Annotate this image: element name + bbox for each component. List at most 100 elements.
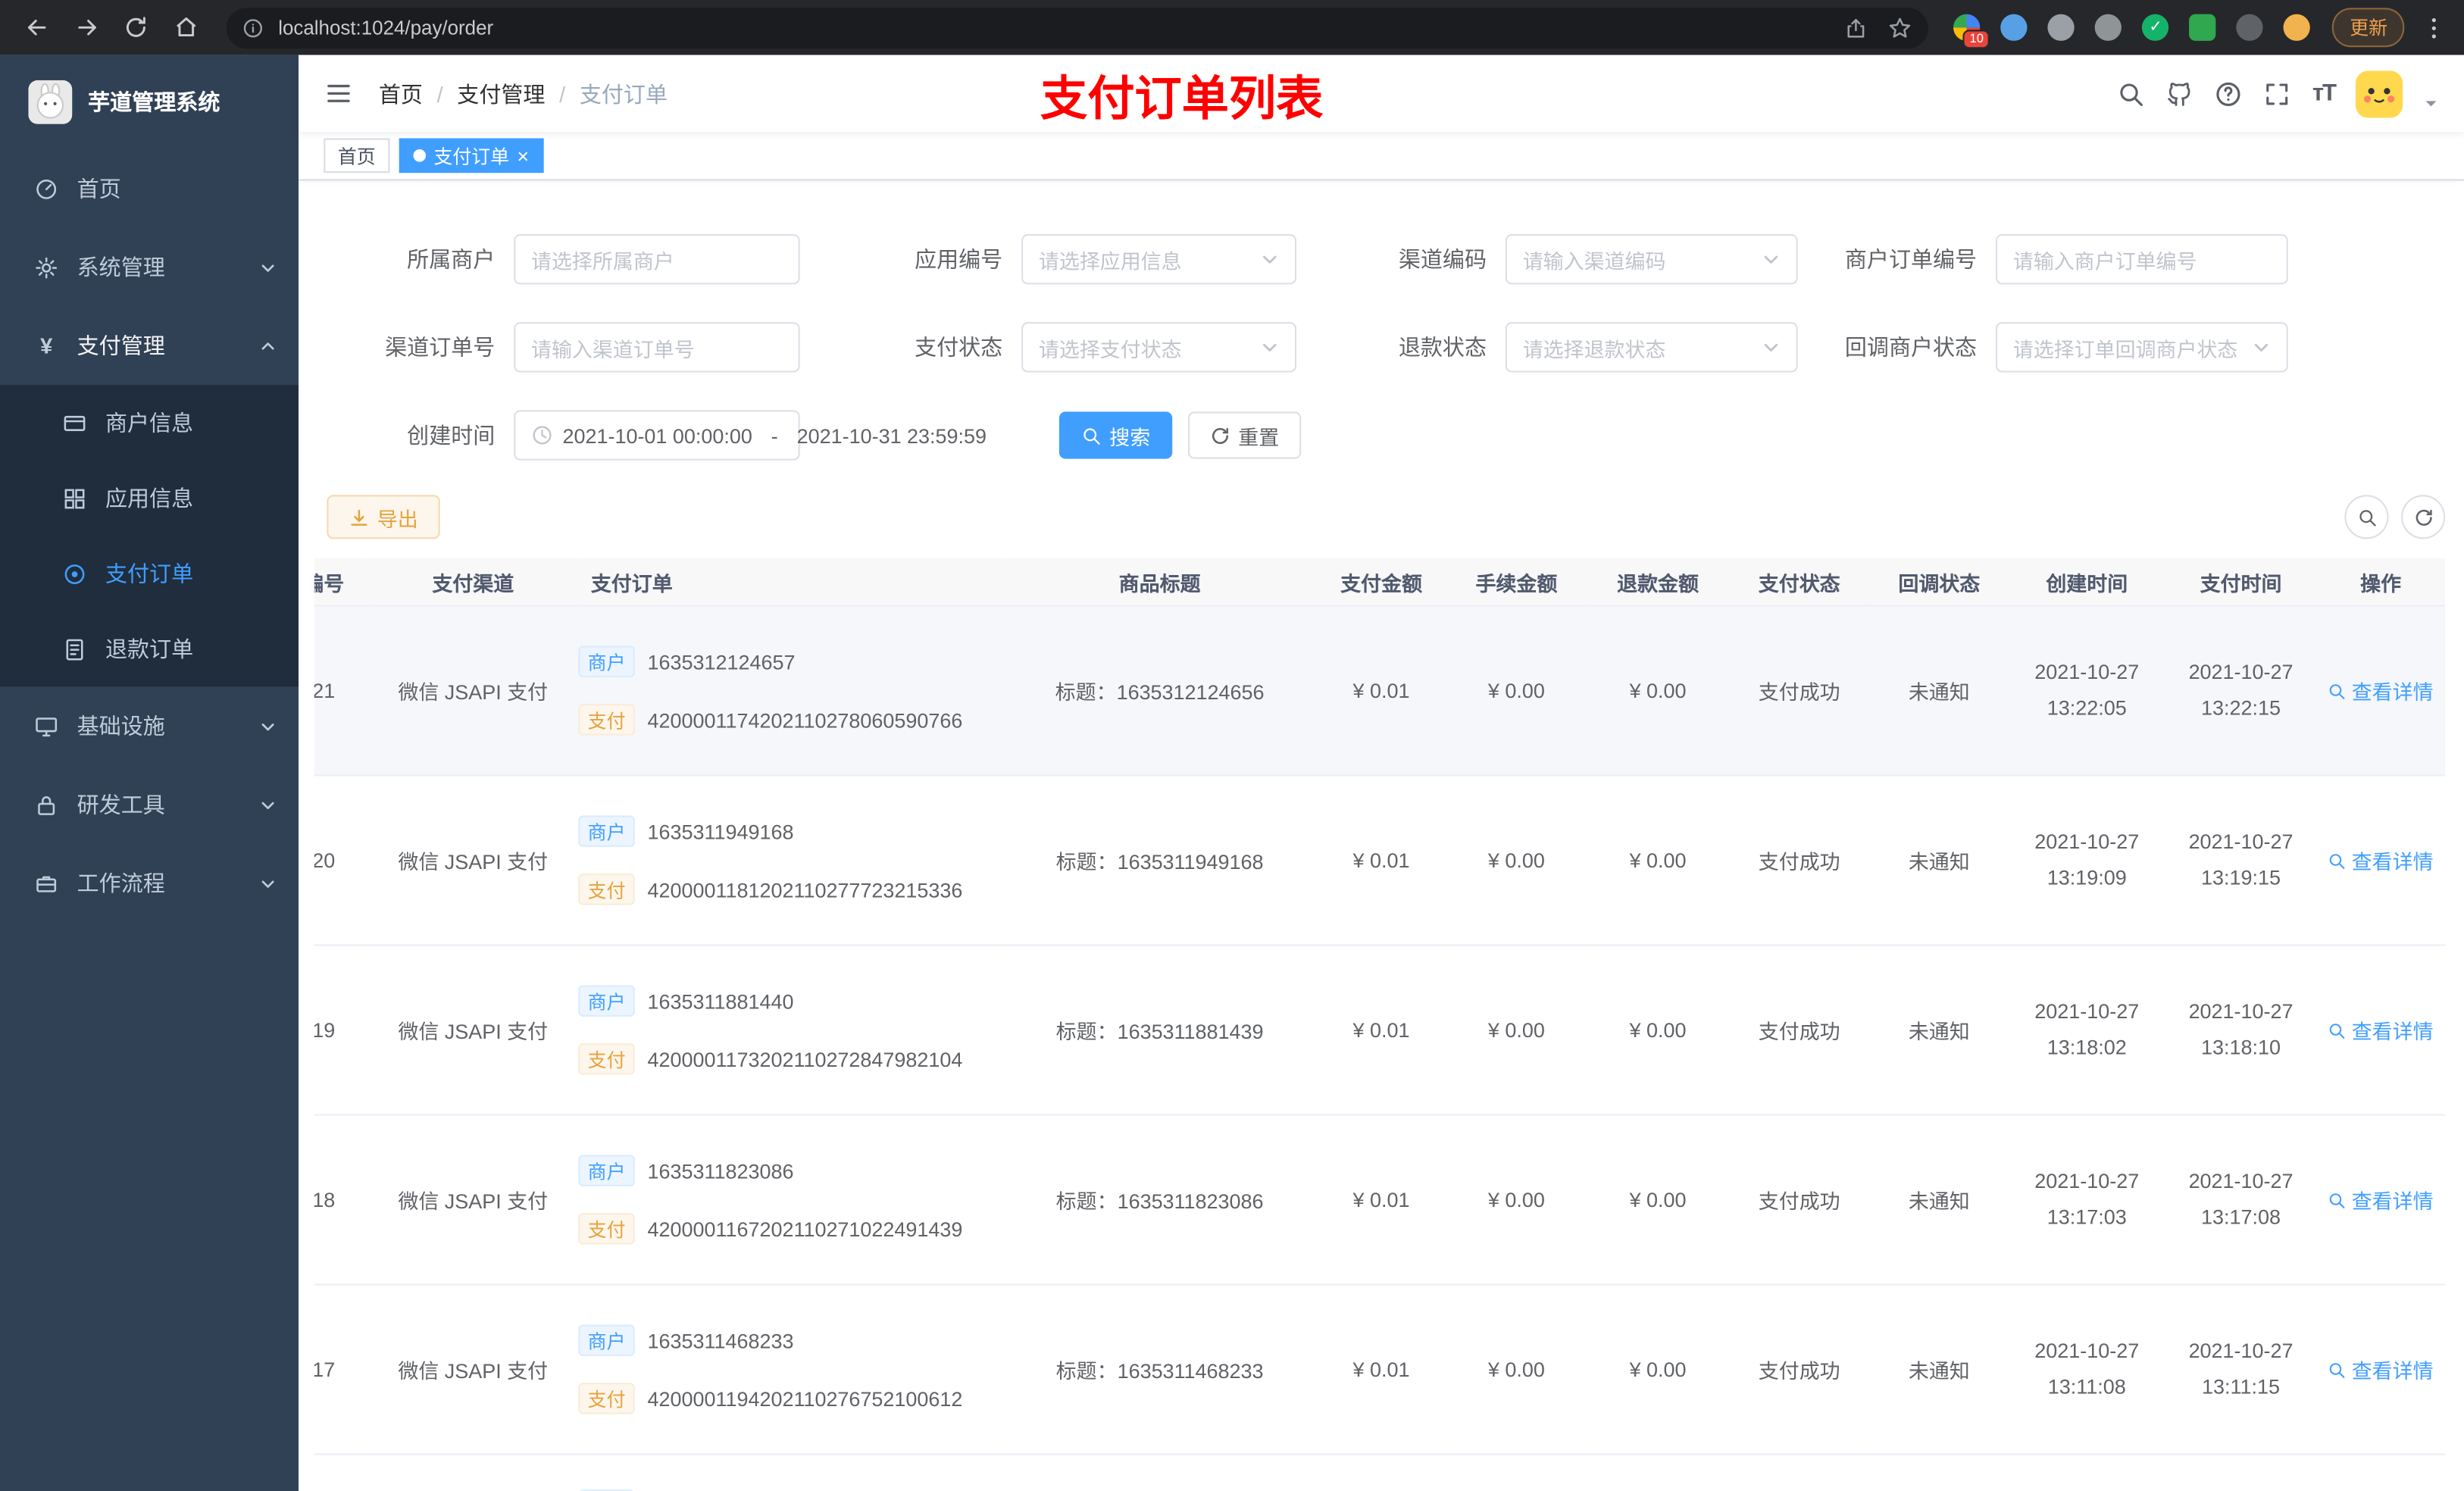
font-size-icon[interactable]: тT xyxy=(2312,80,2337,107)
forward-icon xyxy=(73,14,100,41)
filter-pay-status-select[interactable]: 请选择支付状态 xyxy=(1021,322,1297,373)
date-range-input[interactable]: 2021-10-01 00:00:00 - 2021-10-31 23:59:5… xyxy=(514,410,987,461)
browser-menu-icon[interactable] xyxy=(2421,14,2449,42)
tags-view: 首页 支付订单 × xyxy=(299,132,2464,181)
chevron-down-icon xyxy=(259,874,277,892)
merchant-badge: 商户 xyxy=(578,985,635,1017)
reload-button[interactable] xyxy=(114,5,158,49)
sidebar-toggle-icon[interactable] xyxy=(324,79,353,108)
pay-date: 2021-10-27 xyxy=(2188,830,2294,855)
extension-icon[interactable] xyxy=(2095,14,2122,41)
view-detail-link[interactable]: 查看详情 xyxy=(2328,676,2434,705)
address-bar[interactable]: localhost:1024/pay/order xyxy=(226,7,1929,48)
tag-0[interactable]: 首页 xyxy=(324,138,390,173)
sidebar-item-system[interactable]: 系统管理 xyxy=(0,228,299,307)
extension-badge: 10 xyxy=(1963,30,1990,49)
search-button[interactable]: 搜索 xyxy=(1058,411,1173,459)
refresh-table-button[interactable] xyxy=(2401,495,2446,539)
placeholder-text: 请选择所属商户 xyxy=(531,248,674,273)
sidebar-item-workflow[interactable]: 工作流程 xyxy=(0,844,299,923)
site-info-icon[interactable] xyxy=(242,17,264,39)
pay-date: 2021-10-27 xyxy=(2188,660,2294,685)
filter-notify-status-select[interactable]: 请选择订单回调商户状态 xyxy=(1995,322,2288,373)
cell-title: 标题：1635311881439 xyxy=(1002,945,1318,1116)
table-row[interactable]: 17 微信 JSAPI 支付 商户 1635311468233 支付 4200001194… xyxy=(314,1284,2446,1455)
cell-pay-time: 2021-10-27 13:19:15 xyxy=(2165,775,2317,946)
cell-fee xyxy=(1446,1454,1587,1491)
filter-merchant-order-no-input[interactable]: 请输入商户订单编号 xyxy=(1995,234,2288,285)
filter-merchant-input[interactable]: 请选择所属商户 xyxy=(514,234,800,285)
sidebar-item-pay-order[interactable]: 支付订单 xyxy=(0,536,299,611)
filter-refund-status-select[interactable]: 请选择退款状态 xyxy=(1505,322,1798,373)
table-row[interactable]: 20 微信 JSAPI 支付 商户 1635311949168 支付 4200001181… xyxy=(314,775,2446,946)
chevron-down-icon xyxy=(2252,338,2271,357)
bookmark-star-icon[interactable] xyxy=(1887,15,1912,40)
view-detail-link[interactable]: 查看详情 xyxy=(2328,1185,2434,1214)
pay-badge: 支付 xyxy=(578,1383,635,1414)
cell-id xyxy=(314,1454,368,1491)
filter-channel-code-select[interactable]: 请输入渠道编码 xyxy=(1505,234,1798,285)
cell-status: 支付成功 xyxy=(1728,945,1871,1116)
column-header: 手续金额 xyxy=(1446,558,1587,607)
sidebar-item-payment[interactable]: ¥ 支付管理 xyxy=(0,306,299,385)
extension-icon[interactable]: 10 xyxy=(1953,14,1990,49)
sidebar-item-label: 商户信息 xyxy=(105,410,194,436)
app-logo[interactable]: 芋道管理系统 xyxy=(0,55,299,149)
table-row[interactable]: 19 微信 JSAPI 支付 商户 1635311881440 支付 4200001173… xyxy=(314,945,2446,1116)
sidebar-item-infrastructure[interactable]: 基础设施 xyxy=(0,686,299,765)
cell-title xyxy=(1002,1454,1317,1491)
help-icon[interactable] xyxy=(2215,80,2243,108)
merchant-badge: 商户 xyxy=(578,645,635,677)
sidebar-item-home[interactable]: 首页 xyxy=(0,149,299,228)
table-row[interactable]: 18 微信 JSAPI 支付 商户 1635311823086 支付 4200001167… xyxy=(314,1114,2446,1286)
table-row[interactable]: 21 微信 JSAPI 支付 商户 1635312124657 支付 4200001174… xyxy=(314,605,2446,777)
filter-label: 渠道订单号 xyxy=(385,334,496,360)
extension-icon[interactable] xyxy=(2048,14,2075,41)
filter-label: 渠道编码 xyxy=(1398,246,1487,272)
sidebar-item-dev-tools[interactable]: 研发工具 xyxy=(0,765,299,844)
caret-down-icon[interactable] xyxy=(2423,95,2439,111)
page-annotation: 支付订单列表 xyxy=(1040,73,1324,125)
filter-label: 退款状态 xyxy=(1398,334,1487,360)
fullscreen-icon[interactable] xyxy=(2264,80,2292,108)
forward-button[interactable] xyxy=(65,5,108,49)
breadcrumb-item[interactable]: 支付管理 xyxy=(457,78,545,109)
filter-app-no-select[interactable]: 请选择应用信息 xyxy=(1021,234,1297,285)
view-detail-link[interactable]: 查看详情 xyxy=(2328,1355,2434,1384)
tag-close-icon[interactable]: × xyxy=(517,145,529,166)
create-date: 2021-10-27 xyxy=(2034,830,2140,855)
extension-icon[interactable] xyxy=(2236,14,2264,41)
breadcrumb-item[interactable]: 支付订单 xyxy=(580,78,668,109)
chevron-down-icon xyxy=(1260,250,1279,269)
view-detail-link[interactable]: 查看详情 xyxy=(2328,846,2434,875)
back-button[interactable] xyxy=(16,5,59,49)
table-row[interactable]: 商户1635311157126 xyxy=(314,1454,2445,1491)
cell-action: 查看详情 xyxy=(2316,945,2446,1116)
reset-button[interactable]: 重置 xyxy=(1187,411,1302,459)
search-icon[interactable] xyxy=(2118,80,2146,108)
breadcrumb-item[interactable]: 首页 xyxy=(379,78,423,109)
home-button[interactable] xyxy=(164,5,208,49)
filter-label: 创建时间 xyxy=(407,422,496,449)
tag-1[interactable]: 支付订单 × xyxy=(399,138,543,173)
sidebar-item-refund-order[interactable]: 退款订单 xyxy=(0,611,299,687)
sidebar-item-app-info[interactable]: 应用信息 xyxy=(0,461,299,536)
browser-update-button[interactable]: 更新 xyxy=(2332,8,2405,48)
filter-channel-order-no-input[interactable]: 请输入渠道订单号 xyxy=(514,322,800,373)
extension-icon[interactable]: ✓ xyxy=(2142,14,2169,41)
sidebar-item-merchant-info[interactable]: 商户信息 xyxy=(0,385,299,461)
extension-icon[interactable] xyxy=(2189,14,2216,41)
github-icon[interactable] xyxy=(2166,80,2194,108)
export-button[interactable]: 导出 xyxy=(327,495,440,539)
share-icon[interactable] xyxy=(1843,15,1868,40)
cell-status: 支付成功 xyxy=(1728,1114,1871,1286)
filter-row-2: 创建时间 2021-10-01 00:00:00 - 2021-10-31 23… xyxy=(324,391,2445,479)
pay-date: 2021-10-27 xyxy=(2188,1339,2294,1364)
merchant-order-no: 1635311881440 xyxy=(647,989,794,1013)
user-avatar[interactable] xyxy=(2355,70,2403,117)
cell-action xyxy=(2316,1454,2445,1491)
extension-icon[interactable] xyxy=(2284,14,2311,41)
hide-search-button[interactable] xyxy=(2344,495,2389,539)
view-detail-link[interactable]: 查看详情 xyxy=(2328,1015,2434,1045)
extension-icon[interactable] xyxy=(2000,14,2028,41)
